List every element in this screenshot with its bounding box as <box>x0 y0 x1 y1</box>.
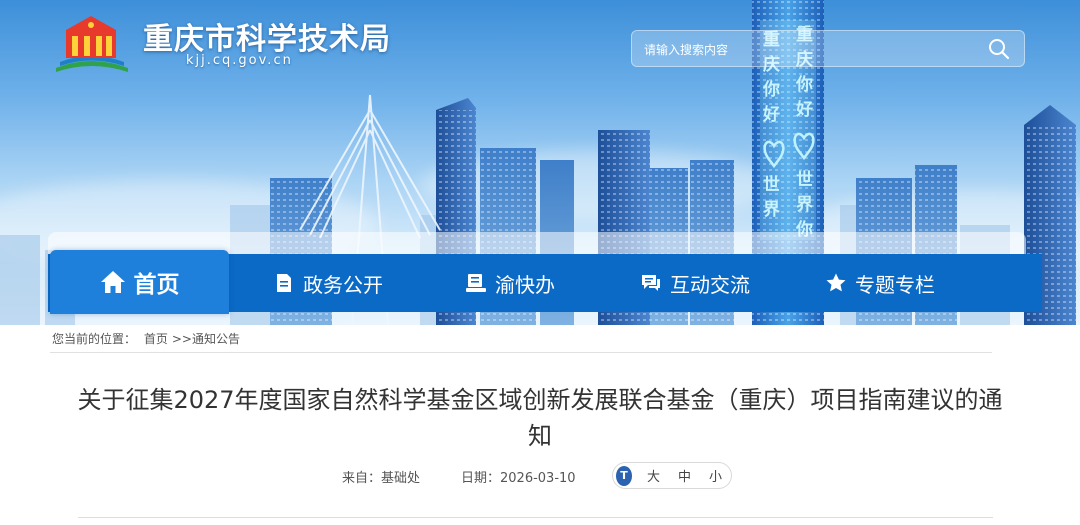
star-icon <box>826 273 846 292</box>
font-size-small-button[interactable]: 小 <box>709 466 722 485</box>
svg-text:界: 界 <box>763 200 780 220</box>
date-label: 日期： <box>461 471 501 486</box>
source-value: 基础处 <box>381 471 421 486</box>
search-box[interactable] <box>631 30 1025 67</box>
font-size-switcher: T 大 中 小 <box>612 462 732 489</box>
font-size-large-button[interactable]: 大 <box>647 466 660 485</box>
search-icon[interactable] <box>988 38 1010 60</box>
breadcrumb: 您当前的位置： 首页 >>通知公告 <box>52 330 244 347</box>
breadcrumb-prefix: 您当前的位置： <box>52 332 137 346</box>
nav-item-label: 互动交流 <box>670 272 750 297</box>
svg-text:你: 你 <box>762 79 780 100</box>
service-desk-icon <box>466 274 486 292</box>
svg-text:你: 你 <box>795 74 813 95</box>
nav-item-label: 首页 <box>133 272 180 298</box>
svg-text:好: 好 <box>795 99 813 120</box>
font-size-medium-button[interactable]: 中 <box>678 466 691 485</box>
nav-item-label: 渝快办 <box>495 272 555 297</box>
site-title[interactable]: 重庆市科学技术局 <box>143 14 391 58</box>
svg-text:世: 世 <box>796 170 813 190</box>
nav-item-interaction[interactable]: 互动交流 <box>600 254 790 312</box>
source-label: 来自： <box>342 471 382 486</box>
article-source: 来自：基础处 <box>342 467 420 486</box>
chat-bubble-icon <box>642 275 660 291</box>
document-icon <box>277 274 291 292</box>
search-input[interactable] <box>642 37 976 63</box>
divider <box>78 517 993 518</box>
nav-item-home[interactable]: 首页 <box>50 250 229 314</box>
article-title: 关于征集2027年度国家自然科学基金区域创新发展联合基金（重庆）项目指南建议的通… <box>77 386 1003 450</box>
breadcrumb-separator: >> <box>171 332 192 346</box>
site-domain: kjj.cq.gov.cn <box>186 53 293 68</box>
site-logo[interactable] <box>50 12 132 74</box>
svg-text:界: 界 <box>796 195 813 215</box>
nav-item-label: 政务公开 <box>303 272 383 297</box>
home-icon <box>100 271 125 293</box>
breadcrumb-home-link[interactable]: 首页 <box>144 332 168 346</box>
article-date: 日期：2026-03-10 <box>461 467 576 486</box>
breadcrumb-current[interactable]: 通知公告 <box>192 332 240 346</box>
nav-item-label: 专题专栏 <box>855 272 935 297</box>
nav-item-gov-affairs[interactable]: 政务公开 <box>239 254 417 312</box>
font-size-icon: T <box>616 465 632 486</box>
divider <box>50 352 992 353</box>
nav-item-special-topics[interactable]: 专题专栏 <box>790 254 970 312</box>
svg-text:世: 世 <box>763 175 780 195</box>
nav-item-yu-kuai-ban[interactable]: 渝快办 <box>420 254 600 312</box>
date-value: 2026-03-10 <box>500 471 576 486</box>
svg-text:好: 好 <box>762 104 780 125</box>
